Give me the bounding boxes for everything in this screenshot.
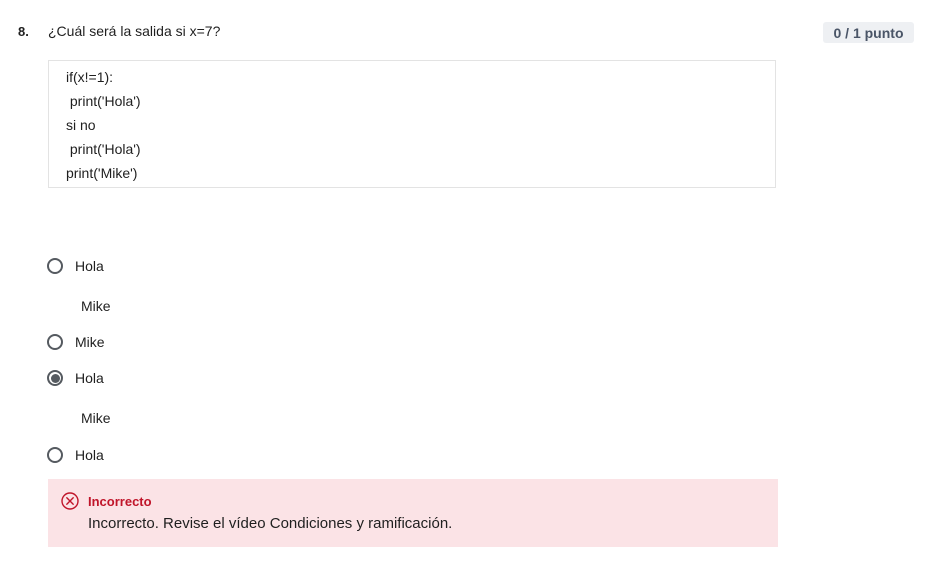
feedback-text: Incorrecto. Revise el vídeo Condiciones … — [88, 515, 453, 532]
option-label: Hola — [75, 370, 104, 386]
code-line: if(x!=1): — [66, 69, 114, 85]
code-line: si no — [66, 117, 96, 133]
radio-button[interactable] — [47, 334, 63, 350]
code-line: print('Mike') — [66, 165, 138, 181]
option-label: Hola — [75, 447, 104, 463]
feedback-title: Incorrecto — [88, 494, 152, 509]
question-number: 8. — [18, 24, 29, 39]
option-label-continuation: Mike — [81, 298, 111, 314]
feedback-banner: Incorrecto Incorrecto. Revise el vídeo C… — [48, 479, 778, 547]
code-line: print('Hola') — [66, 93, 141, 109]
option-label: Hola — [75, 258, 104, 274]
score-badge: 0 / 1 punto — [823, 22, 914, 43]
answer-option-4[interactable]: Hola — [47, 447, 104, 463]
radio-button[interactable] — [47, 258, 63, 274]
option-label-continuation: Mike — [81, 410, 111, 426]
answer-option-2[interactable]: Mike — [47, 334, 105, 350]
radio-button[interactable] — [47, 447, 63, 463]
code-line: print('Hola') — [66, 141, 141, 157]
radio-button-selected[interactable] — [47, 370, 63, 386]
code-block: if(x!=1): print('Hola') si no print('Hol… — [48, 60, 776, 188]
answer-option-3[interactable]: Hola — [47, 370, 104, 386]
answer-option-1[interactable]: Hola — [47, 258, 104, 274]
error-circle-x-icon — [61, 492, 79, 510]
radio-selected-dot — [50, 373, 60, 383]
option-label: Mike — [75, 334, 105, 350]
question-text: ¿Cuál será la salida si x=7? — [48, 23, 221, 39]
